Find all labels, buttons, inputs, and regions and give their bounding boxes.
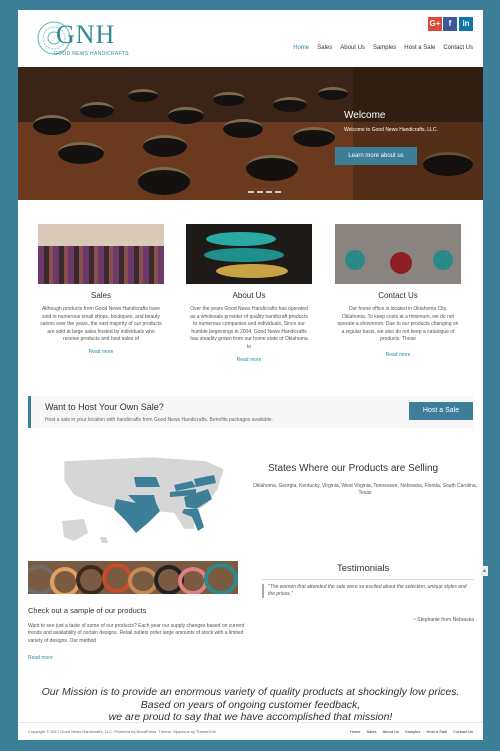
hero-table [223,119,263,138]
logo-text: GNH [56,20,116,49]
testimonial-author: ~ Stephanie from Nebraska [412,617,474,623]
sample-text: Want to see just a taste of some of our … [28,623,245,644]
footer-nav-host-a-sale[interactable]: Host a Sale [427,729,448,734]
footer-nav-samples[interactable]: Samples [405,729,421,734]
hero-table [80,102,114,118]
bangle [204,563,238,594]
hero-table [128,89,158,102]
sample-title: Check out a sample of our products [28,606,147,615]
nav-samples[interactable]: Samples [373,45,396,51]
learn-more-button[interactable]: Learn more about us [335,147,417,165]
slider-dot[interactable] [275,191,281,193]
testimonials-divider [262,579,474,580]
slider-pager [248,191,281,193]
footer-nav-sales[interactable]: Sales [366,729,376,734]
page-container: GNH GOOD NEWS HANDICRAFTS G+ f in Home S… [18,10,483,740]
hero-slider: Welcome Welcome to Good News Handicrafts… [18,67,483,200]
hero-table [213,92,245,106]
footer-nav-about-us[interactable]: About Us [383,729,399,734]
mission-statement: Our Mission is to provide an enormous va… [28,686,473,724]
logo-tagline: GOOD NEWS HANDICRAFTS [54,51,129,57]
nav-host-a-sale[interactable]: Host a Sale [404,45,435,51]
hero-table [246,155,298,181]
mission-line: Based on years of ongoing customer feedb… [140,698,361,711]
feature-text: Although products from Good News Handicr… [40,306,162,343]
states-list: Oklahoma, Georgia, Kentucky, Virginia, W… [252,483,478,496]
nav-sales[interactable]: Sales [317,45,332,51]
products-sample-image [28,561,238,594]
map-state-nebraska [134,477,160,487]
map-hawaii [100,537,108,543]
read-more-link[interactable]: Read more [186,357,312,363]
read-more-link[interactable]: Read more [335,352,461,358]
about-image [186,224,312,284]
feature-sales: Sales Although products from Good News H… [38,224,164,355]
feature-text: Our home office is located in Oklahoma C… [337,306,459,343]
host-sale-callout: Want to Host Your Own Sale? Host a sale … [28,396,473,428]
site-footer: Copyright © 2017 Good News Handicrafts, … [18,722,483,740]
nav-contact-us[interactable]: Contact Us [443,45,473,51]
slider-dot[interactable] [257,191,263,193]
hero-table [273,97,307,112]
states-title: States Where our Products are Selling [268,463,439,474]
feature-about-us: About Us Over the years Good News Handic… [186,224,312,363]
feature-title: About Us [232,291,266,300]
sales-image [38,224,164,284]
feature-text: Over the years Good News Handicrafts has… [190,306,308,350]
nav-home[interactable]: Home [293,45,309,51]
footer-nav-home[interactable]: Home [350,729,361,734]
testimonial-quote: "The women that attended the sale were s… [262,584,474,598]
copyright: Copyright © 2017 Good News Handicrafts, … [28,729,217,734]
hero-table [138,167,190,195]
footer-nav: Home Sales About Us Samples Host a Sale … [350,729,473,734]
site-header: GNH GOOD NEWS HANDICRAFTS G+ f in Home S… [18,10,483,67]
read-more-link[interactable]: Read more [38,349,164,355]
contact-image [335,224,461,284]
footer-nav-contact-us[interactable]: Contact Us [453,729,473,734]
slider-dot[interactable] [248,191,254,193]
callout-text: Host a sale in your location with handic… [45,417,273,423]
feature-contact-us: Contact Us Our home office is located in… [335,224,461,358]
hero-table [58,142,104,164]
feature-title: Contact Us [378,291,418,300]
scroll-to-top-icon[interactable]: ▲ [481,566,488,576]
hero-table [168,107,204,124]
hero-subtitle: Welcome to Good News Handicrafts, LLC. [344,127,438,133]
google-plus-icon[interactable]: G+ [428,17,442,31]
slider-dot[interactable] [266,191,272,193]
us-states-map [62,456,225,543]
callout-title: Want to Host Your Own Sale? [45,402,164,412]
main-nav: Home Sales About Us Samples Host a Sale … [293,45,473,51]
hero-table [318,87,348,100]
facebook-icon[interactable]: f [443,17,457,31]
linkedin-icon[interactable]: in [459,17,473,31]
nav-about-us[interactable]: About Us [340,45,365,51]
mission-line: Our Mission is to provide an enormous va… [41,686,460,698]
map-state-texas [114,499,160,533]
testimonials-title: Testimonials [337,563,390,574]
read-more-link[interactable]: Read more [28,655,53,661]
host-a-sale-button[interactable]: Host a Sale [409,402,473,420]
hero-table [33,115,71,135]
hero-table [293,127,335,147]
site-logo[interactable]: GNH GOOD NEWS HANDICRAFTS [32,18,136,62]
map-alaska [62,519,88,541]
feature-title: Sales [90,291,111,300]
hero-overlay [353,67,483,200]
hero-title: Welcome [344,110,386,121]
hero-table [143,135,187,157]
